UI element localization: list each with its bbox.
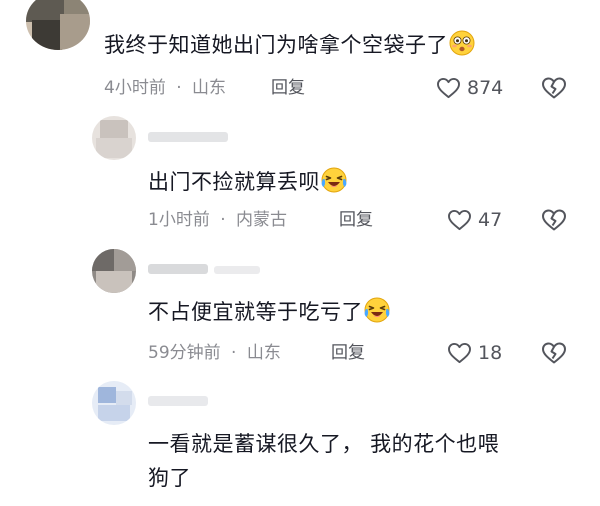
username[interactable] — [148, 396, 208, 406]
heart-icon — [448, 209, 471, 231]
flushed-face-icon — [449, 30, 475, 56]
laughing-crying-face-icon — [321, 167, 347, 193]
username[interactable] — [148, 264, 208, 274]
reply-button[interactable]: 回复 — [331, 343, 365, 363]
comment-time: 4小时前 — [104, 78, 166, 98]
meta-separator: · — [231, 343, 237, 363]
avatar[interactable] — [92, 116, 136, 160]
reply-button[interactable]: 回复 — [339, 210, 373, 230]
like-button[interactable]: 874 — [436, 76, 503, 100]
username[interactable] — [148, 132, 228, 142]
meta-separator: · — [176, 78, 182, 98]
comment-text: 不占便宜就等于吃亏了 — [148, 295, 390, 329]
like-button[interactable]: 18 — [447, 341, 502, 365]
avatar[interactable] — [92, 249, 136, 293]
comment-text-content: 不占便宜就等于吃亏了 — [148, 300, 363, 324]
like-count: 874 — [467, 77, 504, 99]
comment-text: 一看就是蓄谋很久了， 我的花个也喂 狗了 — [148, 427, 568, 495]
comment-time: 1小时前 — [148, 210, 210, 230]
avatar[interactable] — [92, 381, 136, 425]
comment-meta: 59分钟前 · 山东 — [148, 343, 281, 363]
heart-icon — [437, 77, 460, 99]
comment-text: 出门不捡就算丢呗 — [148, 165, 347, 199]
meta-separator: · — [220, 210, 226, 230]
heart-icon — [448, 342, 471, 364]
comment-text-line: 狗了 — [148, 466, 191, 490]
like-count: 47 — [478, 209, 503, 231]
comment-text: 我终于知道她出门为啥拿个空袋子了 — [104, 28, 475, 62]
laughing-crying-face-icon — [364, 297, 390, 323]
like-button[interactable]: 47 — [447, 208, 502, 232]
broken-heart-icon[interactable] — [541, 341, 567, 365]
comment-location: 山东 — [246, 343, 281, 363]
comment-text-content: 出门不捡就算丢呗 — [148, 170, 320, 194]
broken-heart-icon[interactable] — [541, 208, 567, 232]
like-count: 18 — [478, 342, 503, 364]
comment-meta: 1小时前 · 内蒙古 — [148, 210, 287, 230]
comment-text-content: 我终于知道她出门为啥拿个空袋子了 — [104, 33, 448, 57]
broken-heart-icon[interactable] — [541, 76, 567, 100]
avatar[interactable] — [26, 0, 90, 50]
comment-meta: 4小时前 · 山东 — [104, 78, 226, 98]
comment-time: 59分钟前 — [148, 343, 221, 363]
comment-location: 山东 — [192, 78, 227, 98]
username-extra — [214, 266, 260, 274]
comment-text-line: 一看就是蓄谋很久了， 我的花个也喂 — [148, 432, 500, 456]
comment-location: 内蒙古 — [236, 210, 288, 230]
reply-button[interactable]: 回复 — [271, 78, 305, 98]
